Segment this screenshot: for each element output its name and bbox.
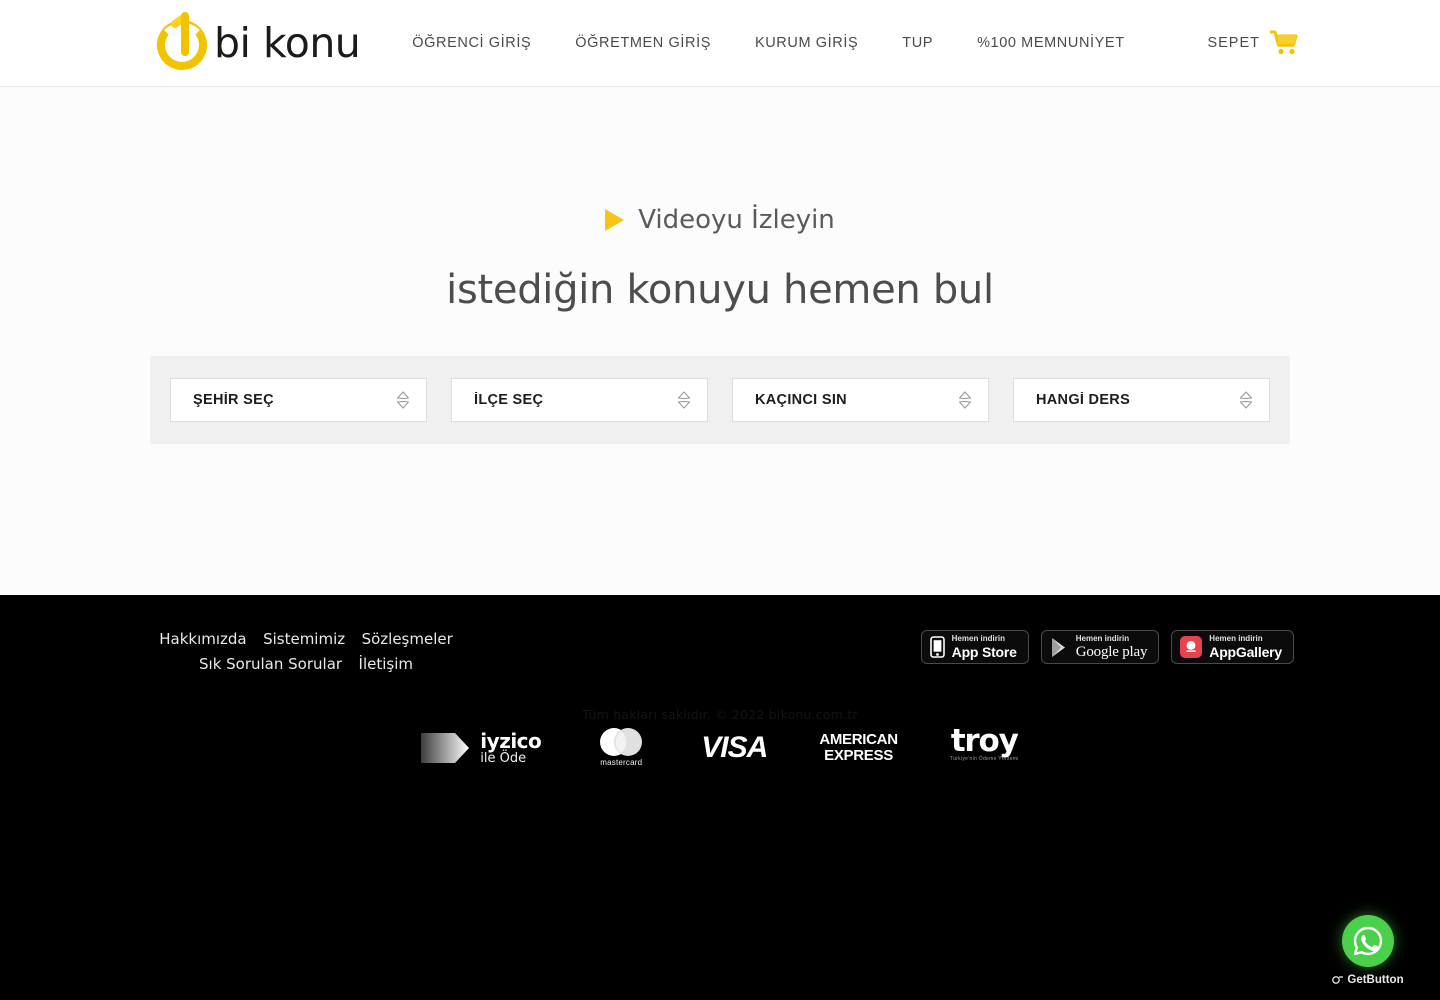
cart-label: SEPET (1207, 35, 1260, 51)
getbutton-label: GetButton (1347, 974, 1404, 986)
footer-links: Hakkımızda Sistemimiz Sözleşmeler Sık So… (146, 628, 466, 678)
badge-app-store-tagline: Hemen indirin (951, 634, 1005, 643)
footer-link-iletisim[interactable]: İletişim (359, 653, 413, 676)
hero-section: Videoyu İzleyin istediğin konuyu hemen b… (0, 87, 1440, 444)
select-ders-value: HANGİ DERS (1036, 392, 1131, 408)
page-title: istediğin konuyu hemen bul (446, 267, 994, 313)
troy-subtitle: Türkiye'nin Ödeme Yöntemi (949, 756, 1019, 763)
iyzico-subtitle: ile Öde (480, 750, 527, 766)
getbutton-logo-icon (1332, 976, 1344, 984)
iyzico-logo: iyzico ile Öde (421, 727, 542, 769)
badge-google-play[interactable]: Hemen indirin Google play (1040, 630, 1160, 664)
huawei-appgallery-icon (1180, 636, 1203, 658)
nav-ogretmen-giris[interactable]: ÖĞRETMEN GİRİŞ (553, 25, 733, 61)
play-triangle-icon (605, 209, 625, 231)
copyright-text: Tüm hakları saklıdır. © 2022 bikonu.com.… (582, 707, 858, 722)
whatsapp-button[interactable] (1342, 915, 1394, 967)
select-ilce[interactable]: İLÇE SEÇ (451, 378, 708, 422)
visa-logo: VISA (701, 727, 768, 769)
amex-label-line1: AMERICAN (819, 731, 898, 749)
footer-top-row: Hakkımızda Sistemimiz Sözleşmeler Sık So… (0, 595, 1440, 678)
apple-phone-icon (929, 636, 945, 658)
visa-label: VISA (701, 731, 768, 764)
badge-google-play-tagline: Hemen indirin (1075, 633, 1130, 643)
google-play-icon (1051, 637, 1065, 657)
watch-video-button[interactable]: Videoyu İzleyin (605, 205, 835, 235)
select-sehir-value: ŞEHİR SEÇ (193, 392, 274, 408)
troy-logo: troy Türkiye'nin Ödeme Yöntemi (949, 723, 1019, 769)
badge-app-store-label: App Store (951, 644, 1017, 660)
amex-label-line2: EXPRESS (824, 747, 893, 764)
iyzico-name: iyzico (480, 728, 542, 753)
badge-google-play-label: Google play (1075, 643, 1148, 660)
chevron-updown-icon (958, 391, 972, 409)
whatsapp-icon (1353, 926, 1383, 956)
chevron-updown-icon (396, 391, 410, 409)
footer-link-sss[interactable]: Sık Sorulan Sorular (199, 653, 342, 676)
store-badges: Hemen indirin App Store Hemen indirin Go… (920, 630, 1294, 664)
whatsapp-widget[interactable]: GetButton (1320, 915, 1416, 986)
badge-appgallery-tagline: Hemen indirin (1209, 634, 1263, 643)
power-one-logo-icon (157, 12, 207, 70)
getbutton-brand[interactable]: GetButton (1320, 974, 1416, 986)
badge-appgallery-label: AppGallery (1209, 644, 1282, 660)
watch-video-label: Videoyu İzleyin (638, 205, 835, 235)
nav-memnuniyet[interactable]: %100 MEMNUNİYET (955, 25, 1147, 61)
brand-logo-link[interactable]: bi konu (146, 6, 361, 80)
select-sinif[interactable]: KAÇINCI SIN (732, 378, 989, 422)
main-navigation: ÖĞRENCİ GİRİŞ ÖĞRETMEN GİRİŞ KURUM GİRİŞ… (390, 25, 1146, 61)
chevron-updown-icon (1239, 391, 1253, 409)
payment-logos: iyzico ile Öde mastercard VISA AMERICAN … (0, 723, 1440, 769)
select-ilce-value: İLÇE SEÇ (474, 392, 544, 408)
select-sinif-value: KAÇINCI SIN (755, 392, 847, 408)
footer-link-sozlesmeler[interactable]: Sözleşmeler (362, 628, 453, 651)
cart-button[interactable]: SEPET (1207, 30, 1300, 56)
nav-kurum-giris[interactable]: KURUM GİRİŞ (733, 25, 880, 61)
nav-ogrenci-giris[interactable]: ÖĞRENCİ GİRİŞ (390, 25, 553, 61)
footer-link-sistemimiz[interactable]: Sistemimiz (263, 628, 345, 651)
badge-app-store[interactable]: Hemen indirin App Store (920, 630, 1029, 664)
mastercard-label: mastercard (600, 758, 643, 767)
select-sehir[interactable]: ŞEHİR SEÇ (170, 378, 427, 422)
chevron-updown-icon (677, 391, 691, 409)
mastercard-circles-icon (600, 728, 643, 756)
brand-wordmark: bi konu (214, 18, 361, 67)
site-footer: Hakkımızda Sistemimiz Sözleşmeler Sık So… (0, 595, 1440, 1000)
nav-tup[interactable]: TUP (880, 25, 955, 61)
footer-link-hakkimizda[interactable]: Hakkımızda (159, 628, 246, 651)
troy-label: troy (950, 723, 1019, 759)
shopping-cart-icon (1270, 30, 1298, 55)
amex-logo: AMERICAN EXPRESS (819, 727, 898, 769)
mastercard-logo: mastercard (593, 727, 649, 769)
search-panel: ŞEHİR SEÇ İLÇE SEÇ KAÇINCI SIN HANGİ DER… (150, 356, 1290, 444)
badge-appgallery[interactable]: Hemen indirin AppGallery (1171, 630, 1294, 664)
iyzico-mark-icon (421, 733, 470, 763)
site-header: bi konu ÖĞRENCİ GİRİŞ ÖĞRETMEN GİRİŞ KUR… (0, 0, 1440, 87)
select-ders[interactable]: HANGİ DERS (1013, 378, 1270, 422)
